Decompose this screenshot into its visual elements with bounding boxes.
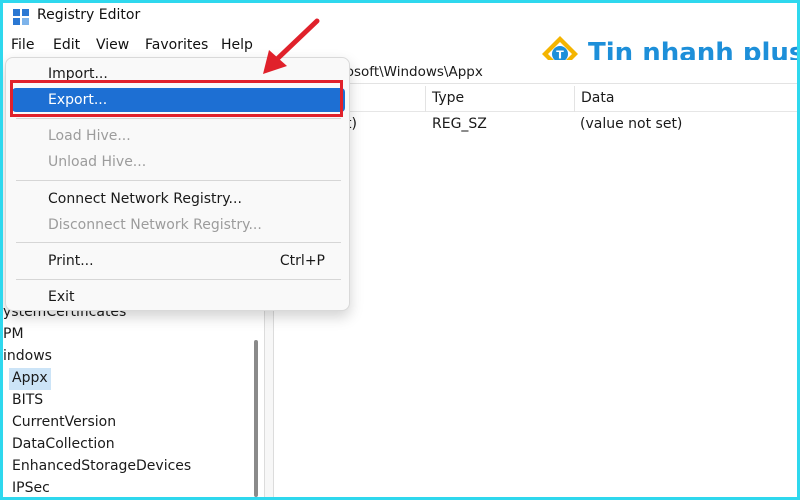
value-data: (value not set) <box>580 116 683 132</box>
tree-item-currentversion[interactable]: CurrentVersion <box>12 412 116 434</box>
menu-separator <box>16 242 341 243</box>
pane-splitter[interactable] <box>264 300 274 497</box>
menu-item-load-hive: Load Hive... <box>48 128 131 144</box>
menu-item-print[interactable]: Print... Ctrl+P <box>12 249 345 273</box>
menu-item-unload-hive: Unload Hive... <box>48 154 147 170</box>
tree-item-bits[interactable]: BITS <box>12 390 43 412</box>
window-title: Registry Editor <box>37 7 141 23</box>
menu-item-disconnect-network-registry: Disconnect Network Registry... <box>48 217 262 233</box>
tree-item-pm[interactable]: PM <box>3 324 24 346</box>
tree-item-datacollection[interactable]: DataCollection <box>12 434 115 456</box>
tree-item-enhancedstoragedevices[interactable]: EnhancedStorageDevices <box>12 456 191 478</box>
tree-item-windows[interactable]: indows <box>3 346 52 368</box>
menu-help[interactable]: Help <box>221 37 253 53</box>
print-shortcut: Ctrl+P <box>279 253 325 269</box>
key-tree: ystemCertificates PM indows Appx BITS Cu… <box>3 300 258 497</box>
menu-favorites[interactable]: Favorites <box>145 37 208 53</box>
menu-separator <box>16 180 341 181</box>
value-type: REG_SZ <box>432 116 487 132</box>
tree-scrollbar[interactable] <box>254 340 258 497</box>
annotation-highlight-box <box>10 80 343 117</box>
menu-separator <box>16 118 341 119</box>
menu-edit[interactable]: Edit <box>53 37 80 53</box>
tree-item-appx[interactable]: Appx <box>9 368 51 390</box>
menu-view[interactable]: View <box>96 37 129 53</box>
column-header-type[interactable]: Type <box>425 86 574 112</box>
menu-separator <box>16 279 341 280</box>
annotation-arrow-icon <box>263 18 320 74</box>
tree-item-ipsec[interactable]: IPSec <box>12 478 50 497</box>
column-header-data[interactable]: Data <box>574 86 797 112</box>
title-bar: Registry Editor <box>3 3 797 31</box>
menu-item-connect-network-registry[interactable]: Connect Network Registry... <box>12 187 345 211</box>
menu-item-exit[interactable]: Exit <box>12 285 345 309</box>
registry-editor-icon <box>13 9 29 25</box>
menu-file[interactable]: File <box>11 37 34 53</box>
